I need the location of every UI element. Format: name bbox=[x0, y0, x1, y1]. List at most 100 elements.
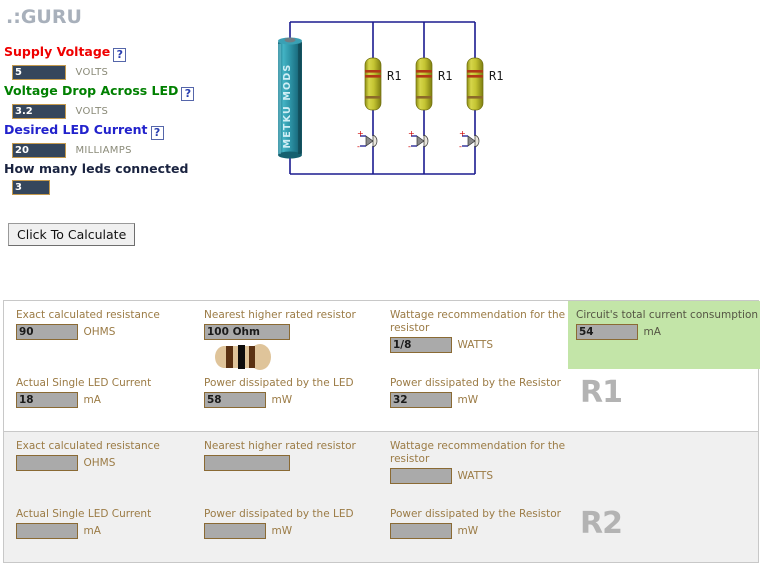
power-resistor-label-r2: Power dissipated by the Resistor bbox=[390, 508, 561, 520]
desired-current-input[interactable] bbox=[12, 142, 66, 158]
actual-led-current-value[interactable] bbox=[16, 392, 78, 408]
resistor-label-2: R1 bbox=[438, 69, 452, 83]
exact-resistance-label-r2: Exact calculated resistance bbox=[16, 440, 160, 452]
exact-resistance-cell: Exact calculated resistance OHMS bbox=[8, 301, 198, 340]
supply-voltage-unit: VOLTS bbox=[75, 66, 109, 78]
power-resistor-unit-r2: mW bbox=[457, 525, 479, 537]
nearest-resistor-cell-r2: Nearest higher rated resistor bbox=[196, 432, 382, 471]
led-plus-1: + bbox=[357, 129, 364, 138]
exact-resistance-unit-r2: OHMS bbox=[83, 457, 116, 469]
led-minus-1: - bbox=[357, 142, 360, 151]
led-plus-2: + bbox=[408, 129, 415, 138]
power-led-label-r2: Power dissipated by the LED bbox=[204, 508, 354, 520]
exact-resistance-label: Exact calculated resistance bbox=[16, 309, 160, 321]
power-led-row-r2: mW bbox=[204, 523, 382, 539]
desired-current-label: Desired LED Current? bbox=[4, 122, 254, 140]
power-resistor-cell: Power dissipated by the Resistor mW bbox=[382, 369, 568, 408]
wattage-recommendation-label-r2: Wattage recommendation for the resistor bbox=[390, 440, 566, 465]
desired-current-row: MILLIAMPS bbox=[12, 141, 254, 158]
empty-cell-r2 bbox=[568, 432, 760, 440]
actual-led-current-row: mA bbox=[16, 392, 198, 408]
resistor-tag-cell-r2: R2 bbox=[568, 500, 760, 541]
supply-voltage-input[interactable] bbox=[12, 64, 66, 80]
exact-resistance-row: OHMS bbox=[16, 324, 198, 340]
nearest-resistor-row bbox=[204, 324, 382, 340]
page-title: .:GURU bbox=[6, 6, 82, 28]
actual-led-current-unit-r2: mA bbox=[83, 525, 101, 537]
power-resistor-cell-r2: Power dissipated by the Resistor mW bbox=[382, 500, 568, 539]
circuit-wires bbox=[289, 21, 476, 175]
power-led-value[interactable] bbox=[204, 392, 266, 408]
resistor-label-3: R1 bbox=[489, 69, 503, 83]
branch-3: R1 + - bbox=[459, 57, 503, 151]
actual-led-current-unit: mA bbox=[83, 394, 101, 406]
nearest-resistor-value[interactable] bbox=[204, 324, 290, 340]
wattage-recommendation-unit: WATTS bbox=[457, 339, 493, 351]
voltage-drop-label: Voltage Drop Across LED? bbox=[4, 83, 254, 101]
help-icon[interactable]: ? bbox=[150, 126, 164, 140]
resistor-label-1: R1 bbox=[387, 69, 401, 83]
actual-led-current-value-r2[interactable] bbox=[16, 523, 78, 539]
power-led-value-r2[interactable] bbox=[204, 523, 266, 539]
wattage-recommendation-row-r2: WATTS bbox=[390, 468, 568, 484]
actual-led-current-cell-r2: Actual Single LED Current mA bbox=[8, 500, 198, 539]
result-block-r2: Exact calculated resistance OHMS Nearest… bbox=[4, 432, 758, 563]
total-current-row: mA bbox=[576, 324, 760, 340]
led-count-label: How many leds connected bbox=[4, 161, 254, 177]
result-row-r1-bottom: Actual Single LED Current mA Power dissi… bbox=[4, 369, 758, 431]
power-led-row: mW bbox=[204, 392, 382, 408]
desired-current-unit: MILLIAMPS bbox=[75, 144, 132, 156]
exact-resistance-value[interactable] bbox=[16, 324, 78, 340]
branch-2: R1 + - bbox=[408, 57, 452, 151]
calculate-button[interactable]: Click To Calculate bbox=[8, 223, 136, 246]
nearest-resistor-row-r2 bbox=[204, 455, 382, 471]
led-count-label-text: How many leds connected bbox=[4, 161, 189, 176]
input-form: Supply Voltage? VOLTS Voltage Drop Acros… bbox=[4, 44, 254, 198]
power-resistor-row-r2: mW bbox=[390, 523, 568, 539]
wattage-recommendation-value[interactable] bbox=[390, 337, 452, 353]
wattage-recommendation-label: Wattage recommendation for the resistor bbox=[390, 309, 566, 334]
total-current-cell: Circuit's total current consumption mA bbox=[568, 301, 760, 369]
power-resistor-unit: mW bbox=[457, 394, 479, 406]
voltage-drop-input[interactable] bbox=[12, 103, 66, 119]
help-icon[interactable]: ? bbox=[113, 48, 127, 62]
supply-voltage-label-text: Supply Voltage bbox=[4, 44, 111, 59]
exact-resistance-cell-r2: Exact calculated resistance OHMS bbox=[8, 432, 198, 471]
nearest-resistor-label-r2: Nearest higher rated resistor bbox=[204, 440, 356, 452]
total-current-unit: mA bbox=[643, 326, 661, 338]
desired-current-label-text: Desired LED Current bbox=[4, 122, 148, 137]
power-resistor-value[interactable] bbox=[390, 392, 452, 408]
help-icon[interactable]: ? bbox=[181, 87, 195, 101]
wattage-recommendation-unit-r2: WATTS bbox=[457, 470, 493, 482]
voltage-drop-row: VOLTS bbox=[12, 102, 254, 119]
battery-label: METKU MODS bbox=[282, 64, 293, 149]
led-symbol-3: + - bbox=[459, 129, 480, 151]
battery-symbol: METKU MODS bbox=[278, 37, 302, 159]
resistor-tag-cell-r1: R1 bbox=[568, 369, 760, 410]
power-resistor-value-r2[interactable] bbox=[390, 523, 452, 539]
led-plus-3: + bbox=[459, 129, 466, 138]
led-minus-3: - bbox=[459, 142, 462, 151]
power-led-cell-r2: Power dissipated by the LED mW bbox=[196, 500, 382, 539]
nearest-resistor-value-r2[interactable] bbox=[204, 455, 290, 471]
voltage-drop-unit: VOLTS bbox=[75, 105, 109, 117]
power-led-cell: Power dissipated by the LED mW bbox=[196, 369, 382, 408]
wattage-recommendation-cell: Wattage recommendation for the resistor … bbox=[382, 301, 568, 353]
wattage-recommendation-cell-r2: Wattage recommendation for the resistor … bbox=[382, 432, 568, 484]
circuit-diagram: METKU MODS R1 + - R1 + - R1 + - bbox=[265, 14, 505, 184]
total-current-value[interactable] bbox=[576, 324, 638, 340]
result-row-r1-top: Exact calculated resistance OHMS Nearest… bbox=[4, 301, 760, 370]
wattage-recommendation-value-r2[interactable] bbox=[390, 468, 452, 484]
power-led-unit: mW bbox=[271, 394, 293, 406]
wattage-recommendation-row: WATTS bbox=[390, 337, 568, 353]
resistor-tag-r2: R2 bbox=[580, 506, 623, 541]
result-block-r1: Exact calculated resistance OHMS Nearest… bbox=[4, 301, 760, 432]
result-row-r2-bottom: Actual Single LED Current mA Power dissi… bbox=[4, 500, 758, 562]
resistor-tag-r1: R1 bbox=[580, 375, 623, 410]
power-led-unit-r2: mW bbox=[271, 525, 293, 537]
actual-led-current-cell: Actual Single LED Current mA bbox=[8, 369, 198, 408]
exact-resistance-value-r2[interactable] bbox=[16, 455, 78, 471]
power-led-label: Power dissipated by the LED bbox=[204, 377, 354, 389]
led-count-input[interactable] bbox=[12, 179, 50, 195]
circuit-svg: METKU MODS R1 + - R1 + - R1 + - bbox=[278, 21, 503, 175]
